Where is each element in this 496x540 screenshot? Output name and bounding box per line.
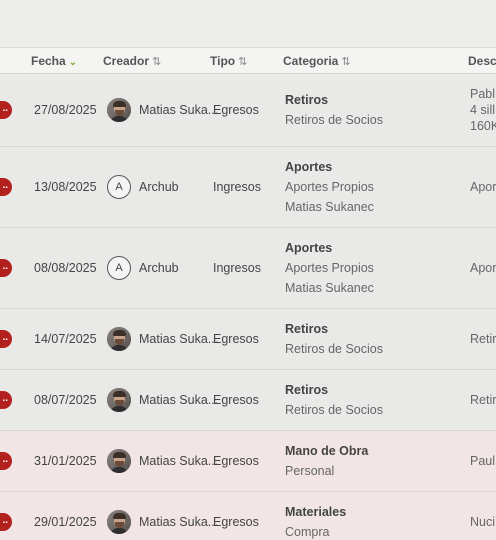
column-label-descripcion: Desc — [468, 54, 496, 68]
row-description: Apor — [470, 180, 496, 194]
status-badge[interactable]: .. — [0, 101, 12, 119]
row-category: Retiros — [285, 93, 329, 107]
status-badge[interactable]: .. — [0, 259, 12, 277]
row-type: Ingresos — [213, 180, 261, 194]
status-badge[interactable]: .. — [0, 330, 12, 348]
row-creator: Matias Suka... — [139, 515, 219, 529]
avatar — [107, 388, 131, 412]
row-date: 08/08/2025 — [34, 261, 97, 275]
chevron-down-icon: ⌄ — [68, 57, 78, 68]
row-subcategory-detail: Matias Sukanec — [285, 200, 374, 214]
row-description: Retir — [470, 393, 496, 407]
row-type: Egresos — [213, 103, 259, 117]
row-category: Aportes — [285, 160, 333, 174]
row-category: Retiros — [285, 322, 329, 336]
row-creator: Matias Suka... — [139, 454, 219, 468]
sort-icon: ⇅ — [341, 56, 351, 68]
row-date: 29/01/2025 — [34, 515, 97, 529]
row-subcategory: Retiros de Socios — [285, 403, 383, 417]
row-description: Apor — [470, 261, 496, 275]
row-date: 13/08/2025 — [34, 180, 97, 194]
row-category: Materiales — [285, 505, 347, 519]
row-subcategory: Compra — [285, 525, 330, 539]
row-subcategory: Personal — [285, 464, 335, 478]
sort-icon: ⇅ — [238, 56, 248, 68]
row-description-line2: 4 sill — [470, 103, 496, 117]
column-header-descripcion[interactable]: Desc — [468, 48, 496, 74]
column-label-creador: Creador — [103, 54, 150, 68]
table-row[interactable]: .. 08/08/2025 A Archub Ingresos Aportes … — [0, 228, 496, 309]
row-description: Paul — [470, 454, 496, 468]
row-subcategory-detail: Matias Sukanec — [285, 281, 374, 295]
row-category: Mano de Obra — [285, 444, 369, 458]
row-description: Pabl — [470, 87, 496, 101]
avatar: A — [107, 256, 131, 280]
row-date: 14/07/2025 — [34, 332, 97, 346]
table-row[interactable]: .. 08/07/2025 Matias Suka... Egresos Ret… — [0, 370, 496, 431]
table-row[interactable]: .. 14/07/2025 Matias Suka... Egresos Ret… — [0, 309, 496, 370]
row-type: Egresos — [213, 454, 259, 468]
row-date: 08/07/2025 — [34, 393, 97, 407]
row-category: Retiros — [285, 383, 329, 397]
table-row[interactable]: .. 13/08/2025 A Archub Ingresos Aportes … — [0, 147, 496, 228]
status-badge[interactable]: .. — [0, 178, 12, 196]
row-subcategory: Aportes Propios — [285, 180, 374, 194]
row-type: Ingresos — [213, 261, 261, 275]
row-subcategory: Retiros de Socios — [285, 342, 383, 356]
row-subcategory: Retiros de Socios — [285, 113, 383, 127]
top-toolbar — [0, 0, 496, 48]
avatar — [107, 327, 131, 351]
row-creator: Archub — [139, 180, 179, 194]
column-label-fecha: Fecha — [31, 54, 66, 68]
column-header-categoria[interactable]: Categoria ⇅ — [283, 48, 351, 74]
row-type: Egresos — [213, 515, 259, 529]
row-date: 27/08/2025 — [34, 103, 97, 117]
row-description: Retir — [470, 332, 496, 346]
column-label-categoria: Categoria — [283, 54, 339, 68]
avatar — [107, 449, 131, 473]
sort-icon: ⇅ — [152, 56, 162, 68]
status-badge[interactable]: .. — [0, 391, 12, 409]
table-row[interactable]: .. 29/01/2025 Matias Suka... Egresos Mat… — [0, 492, 496, 540]
row-subcategory: Aportes Propios — [285, 261, 374, 275]
status-badge[interactable]: .. — [0, 452, 12, 470]
column-header-creador[interactable]: Creador ⇅ — [103, 48, 161, 74]
row-date: 31/01/2025 — [34, 454, 97, 468]
avatar — [107, 98, 131, 122]
row-type: Egresos — [213, 393, 259, 407]
avatar — [107, 510, 131, 534]
table-row[interactable]: .. 27/08/2025 Matias Suka... Egresos Ret… — [0, 74, 496, 147]
table-row[interactable]: .. 31/01/2025 Matias Suka... Egresos Man… — [0, 431, 496, 492]
avatar: A — [107, 175, 131, 199]
status-badge[interactable]: .. — [0, 513, 12, 531]
table-header: Fecha ⌄ Creador ⇅ Tipo ⇅ Categoria ⇅ Desc — [0, 48, 496, 74]
row-description: Nuci — [470, 515, 496, 529]
column-label-tipo: Tipo — [210, 54, 236, 68]
row-creator: Matias Suka... — [139, 332, 219, 346]
row-description-line3: 160K — [470, 119, 496, 133]
row-creator: Matias Suka... — [139, 393, 219, 407]
row-category: Aportes — [285, 241, 333, 255]
column-header-fecha[interactable]: Fecha ⌄ — [31, 48, 77, 74]
row-type: Egresos — [213, 332, 259, 346]
row-creator: Matias Suka... — [139, 103, 219, 117]
column-header-tipo[interactable]: Tipo ⇅ — [210, 48, 247, 74]
row-creator: Archub — [139, 261, 179, 275]
